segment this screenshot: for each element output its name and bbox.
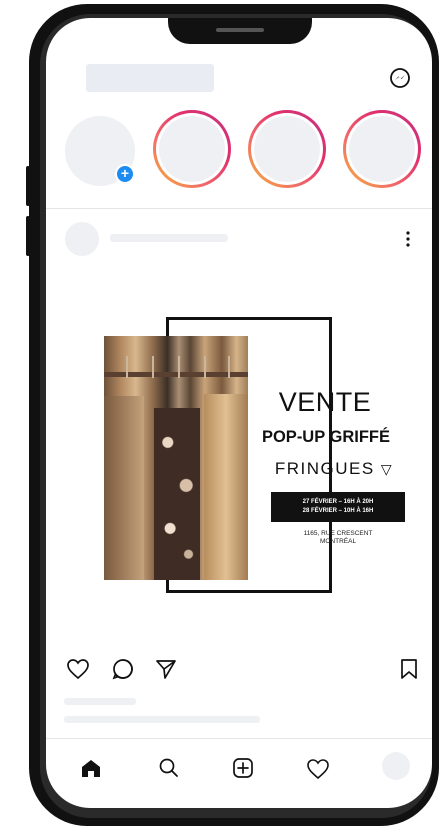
- brand-logo-icon: ▽: [380, 461, 394, 477]
- clothing-rack-photo: [104, 336, 248, 580]
- stories-divider: [46, 208, 432, 209]
- post-brand: FRINGUES ▽: [264, 459, 404, 479]
- likes-placeholder: [64, 698, 136, 705]
- event-dates: 27 FÉVRIER – 16H À 20H 28 FÉVRIER – 10H …: [271, 492, 405, 522]
- post-headline: VENTE: [278, 387, 372, 417]
- comment-icon[interactable]: [111, 657, 135, 681]
- caption-placeholder: [64, 716, 260, 723]
- home-icon[interactable]: [80, 758, 102, 778]
- share-icon[interactable]: [154, 657, 178, 681]
- add-story-icon[interactable]: +: [115, 164, 135, 184]
- story-item[interactable]: [153, 110, 231, 188]
- story-item[interactable]: [248, 110, 326, 188]
- more-vertical-icon[interactable]: [404, 229, 412, 249]
- search-icon[interactable]: [158, 757, 180, 779]
- story-item[interactable]: [343, 110, 421, 188]
- event-date-2: 28 FÉVRIER – 10H À 16H: [302, 508, 374, 514]
- app-logo-placeholder: [86, 64, 214, 92]
- bottom-nav-divider: [46, 738, 432, 739]
- heart-icon[interactable]: [66, 658, 90, 680]
- event-address: 1165, RUE CRESCENT MONTRÉAL: [271, 530, 405, 546]
- bookmark-icon[interactable]: [400, 658, 418, 680]
- add-post-icon[interactable]: [232, 757, 254, 779]
- address-line-2: MONTRÉAL: [319, 538, 357, 545]
- phone-screen: + VENTE POP-UP GRIFFÉ FRINGUES ▽ 27 FÉVR…: [46, 18, 432, 808]
- brand-name: FRINGUES: [274, 459, 375, 478]
- messenger-icon[interactable]: [389, 67, 411, 89]
- notch: [168, 18, 312, 44]
- event-date-1: 27 FÉVRIER – 16H À 20H: [302, 499, 374, 505]
- post-avatar[interactable]: [65, 222, 99, 256]
- post-username-placeholder: [110, 234, 228, 242]
- profile-avatar[interactable]: [382, 752, 410, 780]
- speaker: [216, 28, 264, 32]
- post-subheadline: POP-UP GRIFFÉ: [261, 428, 391, 446]
- address-line-1: 1165, RUE CRESCENT: [303, 530, 373, 537]
- activity-heart-icon[interactable]: [306, 758, 330, 780]
